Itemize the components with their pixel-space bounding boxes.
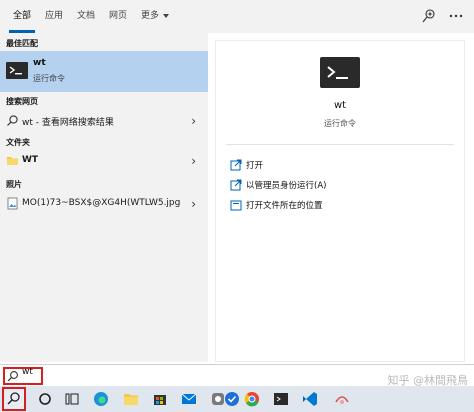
mail-icon[interactable] [180, 390, 198, 408]
best-match-subtitle: 运行命令 [33, 74, 65, 83]
folders-header: 文件夹 [6, 138, 30, 147]
edge-icon[interactable] [92, 390, 110, 408]
terminal-icon [6, 62, 28, 79]
web-search-item[interactable]: wt - 查看网络搜索结果 › [0, 110, 208, 132]
divider [226, 144, 454, 145]
tab-web[interactable]: 网页 [109, 0, 127, 33]
preview-subtitle: 运行命令 [324, 119, 356, 128]
search-input[interactable]: wt [22, 367, 33, 377]
more-options-icon[interactable] [448, 8, 464, 24]
tab-all[interactable]: 全部 [8, 0, 36, 33]
folder-label: WT [22, 155, 39, 165]
best-match-title: wt [33, 58, 46, 68]
cortana-icon[interactable] [36, 390, 54, 408]
search-bar[interactable]: wt 知乎 @林間飛鳥 [0, 364, 474, 387]
task-view-icon[interactable] [63, 390, 81, 408]
chrome-icon[interactable] [243, 390, 261, 408]
folder-icon [7, 157, 18, 165]
image-file-icon [7, 197, 18, 210]
search-icon [7, 392, 20, 405]
open-action-label: 打开 [246, 161, 264, 171]
best-match-header: 最佳匹配 [6, 39, 38, 48]
chevron-down-icon [163, 13, 170, 18]
results-pane: 最佳匹配 wt 运行命令 搜索网页 wt - 查看网络搜索结果 › 文件夹 WT… [0, 33, 208, 362]
feedback-icon[interactable] [421, 8, 437, 24]
open-file-location-label: 打开文件所在的位置 [246, 201, 323, 211]
search-filter-tabs: 全部 应用 文档 网页 更多 [0, 0, 474, 33]
terminal-icon[interactable] [272, 390, 290, 408]
search-icon [7, 371, 18, 382]
photo-label: MO(1)73~BSX$@XG4H(WTLW5.jpg [22, 198, 181, 208]
vscode-icon[interactable] [301, 390, 319, 408]
folder-open-icon [230, 200, 242, 211]
photos-header: 照片 [6, 180, 22, 189]
folder-item[interactable]: WT › [0, 150, 208, 172]
run-as-admin-label: 以管理员身份运行(A) [246, 181, 327, 191]
shield-icon [230, 179, 242, 191]
web-search-header: 搜索网页 [6, 97, 38, 106]
preview-title: wt [333, 100, 347, 111]
chevron-right-icon[interactable]: › [191, 114, 196, 128]
taskbar [0, 386, 474, 412]
tab-more-label: 更多 [141, 11, 160, 21]
tab-documents[interactable]: 文档 [77, 0, 95, 33]
store-icon[interactable] [151, 390, 169, 408]
chevron-right-icon[interactable]: › [191, 154, 196, 168]
photo-item[interactable]: MO(1)73~BSX$@XG4H(WTLW5.jpg › [0, 193, 208, 215]
best-match-item[interactable]: wt 运行命令 [0, 51, 208, 92]
app-icon[interactable] [333, 390, 351, 408]
terminal-icon [320, 57, 360, 88]
preview-pane: wt 运行命令 打开 以管理员身份运行(A) 打开文件所在的位置 [215, 40, 465, 362]
todo-icon[interactable] [223, 390, 241, 408]
open-icon [230, 159, 242, 171]
file-explorer-icon[interactable] [122, 390, 140, 408]
web-search-label: wt - 查看网络搜索结果 [22, 118, 114, 128]
search-icon [7, 115, 18, 126]
tab-apps[interactable]: 应用 [45, 0, 63, 33]
chevron-right-icon[interactable]: › [191, 197, 196, 211]
tab-more[interactable]: 更多 [141, 0, 170, 33]
taskbar-search-button[interactable] [2, 387, 26, 411]
